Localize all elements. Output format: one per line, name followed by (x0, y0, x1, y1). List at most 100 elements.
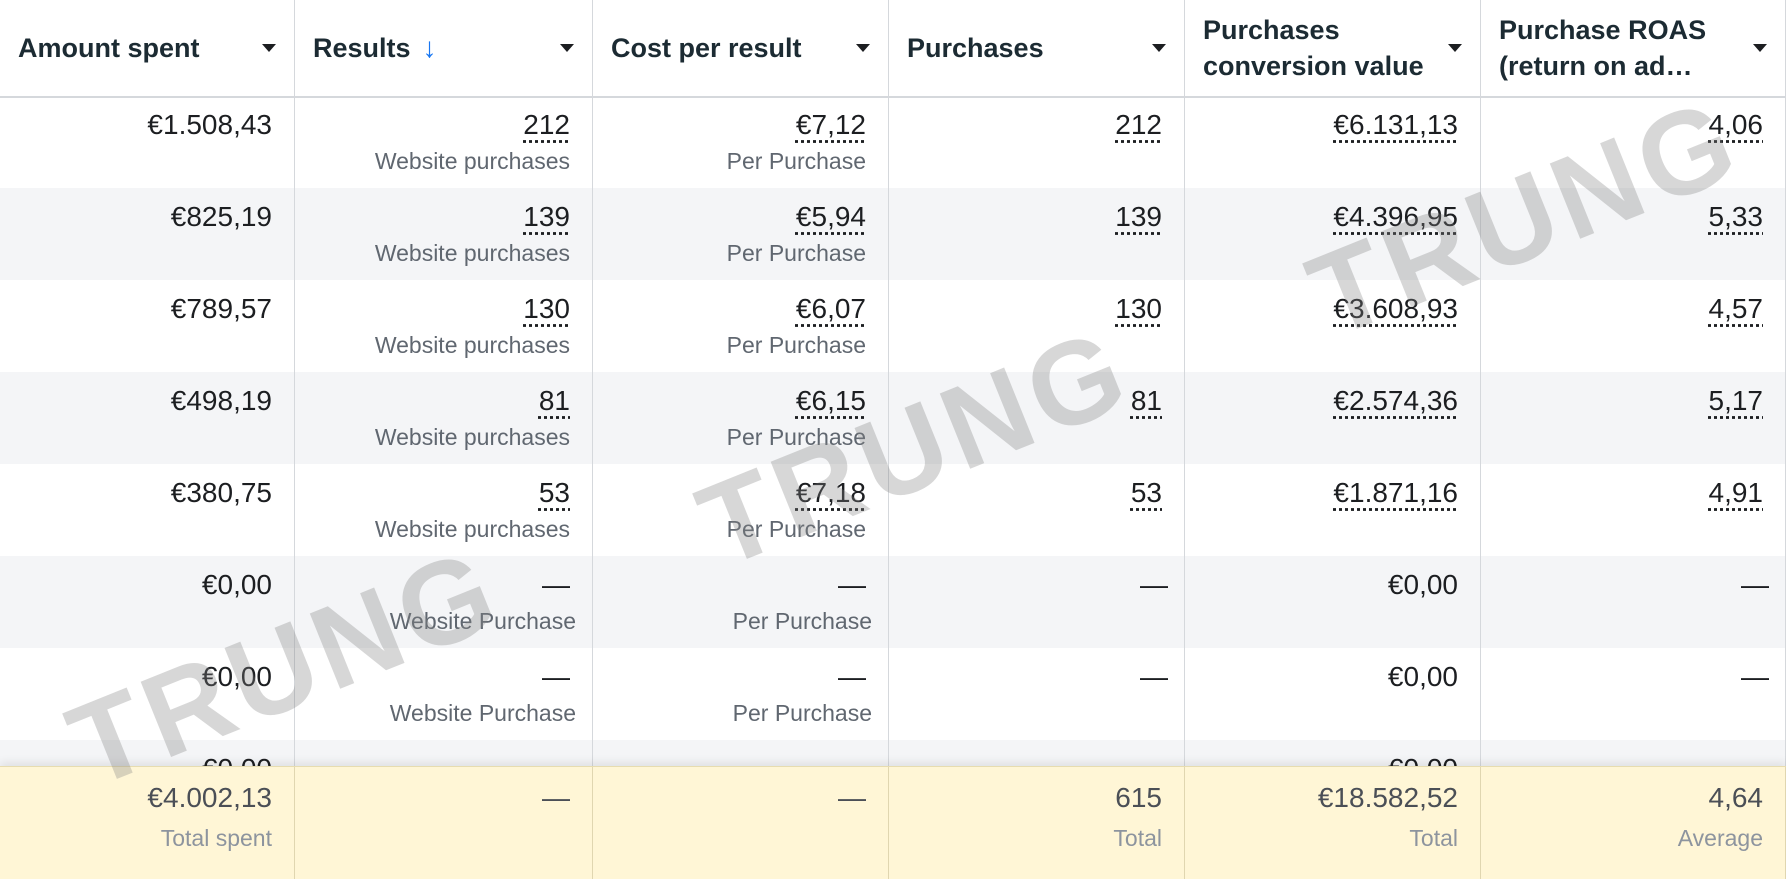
purchases-value-link[interactable]: 212 (1115, 109, 1162, 140)
column-header-label: Cost per result (611, 30, 802, 66)
cell-purchase-roas: — (1481, 648, 1786, 740)
purchases-value-link[interactable]: 53 (1131, 477, 1162, 508)
cost-per-result-link[interactable]: €5,94 (796, 201, 866, 232)
purchases-value: — (889, 568, 1168, 602)
dropdown-caret-icon[interactable] (1753, 44, 1767, 52)
amount-spent-value: €0,00 (0, 752, 272, 766)
column-header-results[interactable]: Results ↓ (295, 0, 593, 96)
cell-cost-per-result: — Per Purchase (593, 556, 889, 648)
column-header-conversion-value[interactable]: Purchases conversion value (1185, 0, 1481, 96)
column-header-purchase-roas[interactable]: Purchase ROAS (return on ad… (1481, 0, 1786, 96)
results-value-link[interactable]: 130 (523, 293, 570, 324)
cell-purchases: 130 (889, 280, 1185, 372)
cell-purchase-roas: 4,91 (1481, 464, 1786, 556)
cell-results: — Website Purchase (295, 556, 593, 648)
purchases-value-link[interactable]: 130 (1115, 293, 1162, 324)
cell-purchase-roas: 5,33 (1481, 188, 1786, 280)
column-header-purchases[interactable]: Purchases (889, 0, 1185, 96)
cell-amount-spent: €498,19 (0, 372, 295, 464)
table-row: €789,57 130 Website purchases €6,07 Per Pu… (0, 280, 1786, 372)
column-header-amount-spent[interactable]: Amount spent (0, 0, 295, 96)
table-header: Amount spent Results ↓ Cost per result P… (0, 0, 1786, 98)
cost-per-result-link[interactable]: €7,12 (796, 109, 866, 140)
total-spent-value: €4.002,13 (0, 781, 272, 815)
cell-results: 212 Website purchases (295, 96, 593, 188)
cell-amount-spent: €825,19 (0, 188, 295, 280)
total-results-value: — (295, 781, 570, 815)
cell-conversion-value: €2.574,36 (1185, 372, 1481, 464)
cell-conversion-value: €1.871,16 (1185, 464, 1481, 556)
footer-conversion-value: €18.582,52 Total (1185, 767, 1481, 879)
dropdown-caret-icon[interactable] (262, 44, 276, 52)
table-row: €498,19 81 Website purchases €6,15 Per Pur… (0, 372, 1786, 464)
cell-cost-per-result: €5,94 Per Purchase (593, 188, 889, 280)
column-header-label: Results (313, 30, 411, 66)
cell-results: 81 Website purchases (295, 372, 593, 464)
footer-purchases: 615 Total (889, 767, 1185, 879)
conversion-value-link[interactable]: €6.131,13 (1333, 109, 1458, 140)
table-row: €0,00 €0,00 (0, 740, 1786, 766)
roas-value-link[interactable]: 4,91 (1709, 477, 1764, 508)
table-row: €0,00 — Website Purchase — Per Purchase — … (0, 648, 1786, 740)
results-label: Website purchases (295, 146, 570, 176)
cost-per-result-link[interactable]: €6,15 (796, 385, 866, 416)
cell-purchase-roas (1481, 740, 1786, 766)
results-value: — (295, 568, 576, 602)
table-row: €825,19 139 Website purchases €5,94 Per Pu… (0, 188, 1786, 280)
results-value-link[interactable]: 81 (539, 385, 570, 416)
roas-value: — (1481, 568, 1769, 602)
cell-results: — Website Purchase (295, 648, 593, 740)
conversion-value-link[interactable]: €1.871,16 (1333, 477, 1458, 508)
dropdown-caret-icon[interactable] (560, 44, 574, 52)
conversion-value-link[interactable]: €2.574,36 (1333, 385, 1458, 416)
dropdown-caret-icon[interactable] (856, 44, 870, 52)
roas-value-link[interactable]: 5,33 (1709, 201, 1764, 232)
cell-conversion-value: €0,00 (1185, 648, 1481, 740)
cell-purchases: — (889, 556, 1185, 648)
results-value-link[interactable]: 212 (523, 109, 570, 140)
footer-cost-per-result: — (593, 767, 889, 879)
conversion-value-link[interactable]: €4.396,95 (1333, 201, 1458, 232)
column-header-cost-per-result[interactable]: Cost per result (593, 0, 889, 96)
cell-amount-spent: €0,00 (0, 740, 295, 766)
conversion-value-link[interactable]: €3.608,93 (1333, 293, 1458, 324)
cell-cost-per-result: €6,07 Per Purchase (593, 280, 889, 372)
footer-purchase-roas: 4,64 Average (1481, 767, 1786, 879)
cost-per-result-label: Per Purchase (593, 238, 866, 268)
cell-amount-spent: €789,57 (0, 280, 295, 372)
results-value-link[interactable]: 139 (523, 201, 570, 232)
conversion-value: €0,00 (1185, 568, 1458, 602)
roas-value-link[interactable]: 5,17 (1709, 385, 1764, 416)
cell-conversion-value: €3.608,93 (1185, 280, 1481, 372)
cell-purchases: — (889, 648, 1185, 740)
cost-per-result-value: — (593, 568, 872, 602)
table-footer-totals: €4.002,13 Total spent — — 615 Total €18.58… (0, 766, 1786, 879)
average-roas-value: 4,64 (1481, 781, 1763, 815)
roas-value-link[interactable]: 4,06 (1709, 109, 1764, 140)
cell-conversion-value: €4.396,95 (1185, 188, 1481, 280)
total-spent-label: Total spent (0, 823, 272, 853)
cell-purchase-roas: 4,57 (1481, 280, 1786, 372)
cell-purchases: 212 (889, 96, 1185, 188)
cell-cost-per-result: €7,12 Per Purchase (593, 96, 889, 188)
total-conversion-value: €18.582,52 (1185, 781, 1458, 815)
dropdown-caret-icon[interactable] (1152, 44, 1166, 52)
roas-value-link[interactable]: 4,57 (1709, 293, 1764, 324)
cell-purchases: 53 (889, 464, 1185, 556)
cost-per-result-link[interactable]: €6,07 (796, 293, 866, 324)
cell-results: 130 Website purchases (295, 280, 593, 372)
cost-per-result-label: Per Purchase (593, 698, 872, 728)
purchases-value-link[interactable]: 81 (1131, 385, 1162, 416)
results-label: Website Purchase (295, 606, 576, 636)
amount-spent-value: €498,19 (0, 384, 272, 418)
dropdown-caret-icon[interactable] (1448, 44, 1462, 52)
results-value-link[interactable]: 53 (539, 477, 570, 508)
results-label: Website Purchase (295, 698, 576, 728)
table-body[interactable]: €1.508,43 212 Website purchases €7,12 Per … (0, 96, 1786, 766)
column-header-label: Purchase ROAS (return on ad… (1499, 12, 1741, 84)
cost-per-result-link[interactable]: €7,18 (796, 477, 866, 508)
table-row: €0,00 — Website Purchase — Per Purchase — … (0, 556, 1786, 648)
cost-per-result-label: Per Purchase (593, 606, 872, 636)
sort-descending-icon[interactable]: ↓ (423, 30, 437, 66)
purchases-value-link[interactable]: 139 (1115, 201, 1162, 232)
